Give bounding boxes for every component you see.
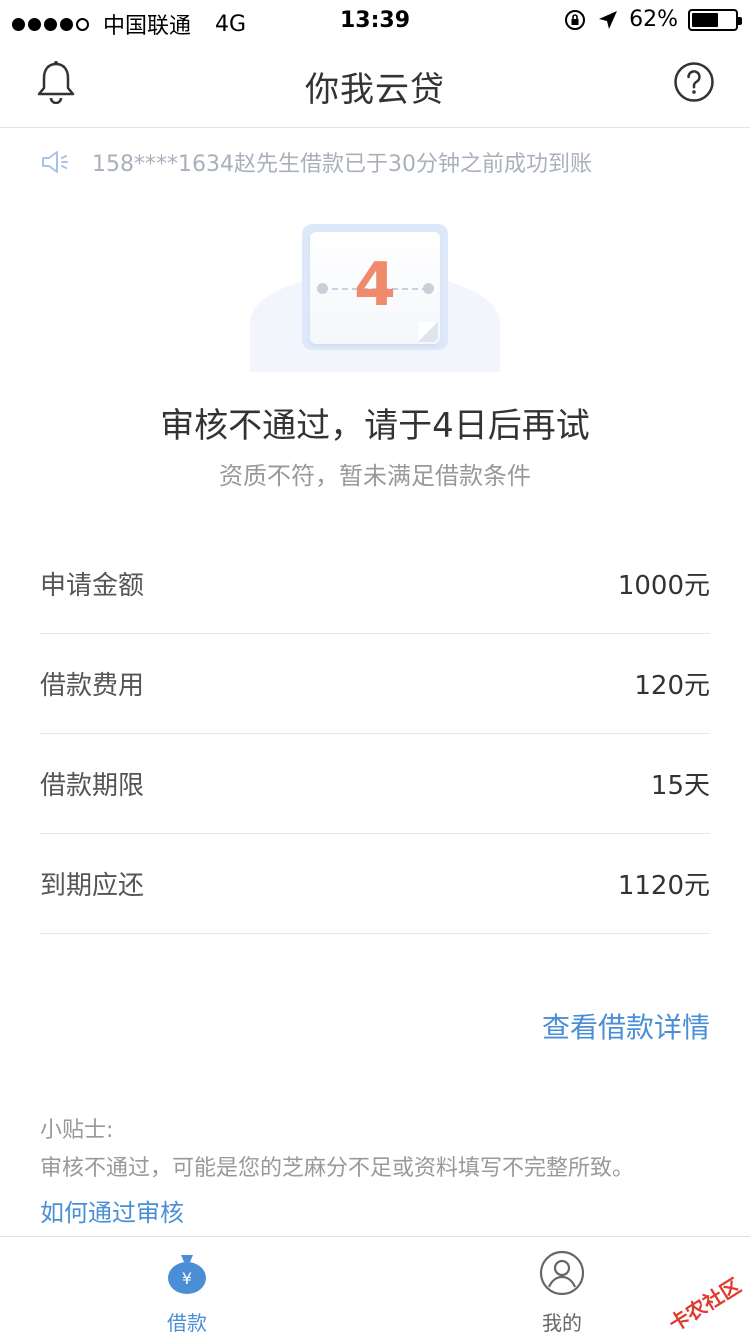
battery-icon	[688, 8, 742, 31]
tips-section: 小贴士: 审核不通过，可能是您的芝麻分不足或资料填写不完整所致。 如何通过审核	[40, 1116, 720, 1228]
detail-value: 1120元	[617, 871, 710, 901]
tips-title: 小贴士:	[40, 1118, 114, 1143]
help-icon	[674, 62, 714, 102]
status-bar: 中国联通 4G 13:39 62%	[0, 0, 750, 40]
tab-bar: ¥ 借款 我的	[0, 1236, 750, 1334]
money-bag-icon: ¥	[163, 1249, 211, 1297]
view-loan-details-link[interactable]: 查看借款详情	[542, 1006, 710, 1046]
tab-label: 借款	[167, 1311, 207, 1334]
detail-label: 借款期限	[40, 771, 145, 801]
loan-details: 申请金额 1000元 借款费用 120元 借款期限 15天 到期应还 1120元	[40, 534, 710, 934]
tips-body: 审核不通过，可能是您的芝麻分不足或资料填写不完整所致。	[40, 1156, 635, 1181]
location-icon	[599, 10, 618, 29]
status-right: 62%	[563, 7, 742, 32]
detail-value: 120元	[634, 671, 710, 701]
battery-level	[692, 12, 719, 27]
user-icon	[538, 1249, 586, 1297]
help-button[interactable]	[672, 60, 716, 104]
detail-value: 1000元	[617, 571, 710, 601]
detail-label: 借款费用	[40, 671, 145, 701]
tab-loan[interactable]: ¥ 借款	[127, 1249, 247, 1334]
notice-text: 158****1634赵先生借款已于30分钟之前成功到账	[92, 152, 592, 177]
detail-label: 申请金额	[40, 571, 145, 601]
detail-row-term: 借款期限 15天	[40, 734, 710, 834]
detail-label: 到期应还	[40, 871, 145, 901]
rotation-lock-icon	[565, 9, 586, 30]
detail-value: 15天	[650, 771, 710, 801]
speaker-icon	[42, 151, 68, 173]
tab-mine[interactable]: 我的	[502, 1249, 622, 1334]
result-subtitle: 资质不符，暂未满足借款条件	[219, 462, 531, 490]
days-number: 4	[354, 250, 396, 320]
svg-text:¥: ¥	[182, 1269, 192, 1288]
notice-bar: 158****1634赵先生借款已于30分钟之前成功到账	[40, 146, 592, 178]
detail-row-fee: 借款费用 120元	[40, 634, 710, 734]
detail-row-due: 到期应还 1120元	[40, 834, 710, 934]
how-to-pass-review-link[interactable]: 如何通过审核	[40, 1198, 720, 1228]
page-title: 你我云贷	[305, 70, 445, 110]
result-title: 审核不通过，请于4日后再试	[160, 406, 590, 446]
tab-label: 我的	[542, 1311, 582, 1334]
detail-row-amount: 申请金额 1000元	[40, 534, 710, 634]
battery-percent: 62%	[629, 7, 678, 32]
calendar-illustration: 4	[240, 212, 510, 372]
nav-bar: 你我云贷	[0, 40, 750, 128]
